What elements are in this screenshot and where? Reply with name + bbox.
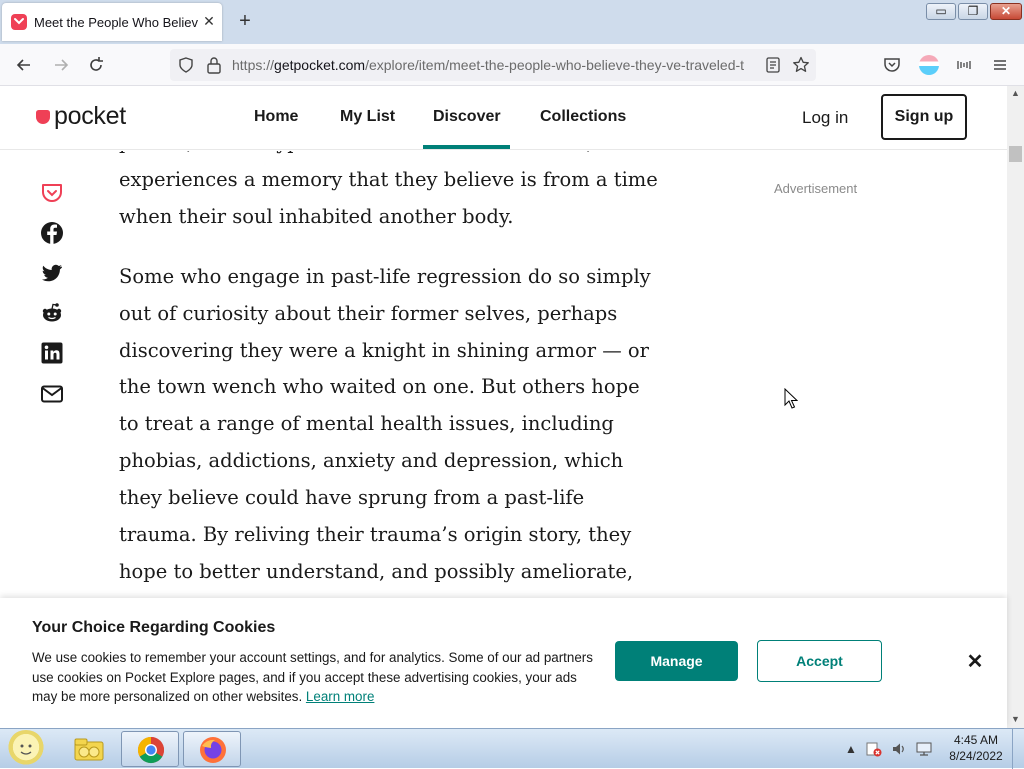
reload-button[interactable] [85, 54, 107, 76]
cookie-consent-banner: Your Choice Regarding Cookies We use coo… [0, 598, 1007, 728]
scroll-down-arrow-icon[interactable]: ▼ [1007, 712, 1024, 726]
cookie-banner-title: Your Choice Regarding Cookies [32, 619, 276, 636]
tab-title: Meet the People Who Believe They've Trav… [34, 15, 198, 30]
mouse-cursor-icon [784, 388, 798, 409]
taskbar-clock-time[interactable]: 4:45 AM [946, 733, 1006, 747]
linkedin-icon[interactable] [40, 341, 64, 365]
page-scrollbar[interactable]: ▲ ▼ [1007, 86, 1024, 728]
back-button[interactable] [13, 54, 35, 76]
pocket-share-icon[interactable] [40, 181, 64, 205]
taskbar-file-explorer[interactable] [60, 731, 118, 767]
accept-cookies-button[interactable]: Accept [757, 640, 882, 682]
tracking-shield-icon[interactable] [178, 57, 194, 73]
action-center-flag-icon[interactable] [866, 741, 882, 757]
extension-icon[interactable] [955, 57, 973, 73]
folder-icon [74, 738, 104, 761]
hamburger-menu-icon[interactable] [991, 56, 1009, 74]
article-body: person, under hypnosis or in a meditativ… [119, 151, 659, 598]
show-desktop-button[interactable] [1012, 729, 1024, 769]
url-path: /explore/item/meet-the-people-who-believ… [365, 57, 744, 73]
nav-collections[interactable]: Collections [540, 108, 626, 126]
back-arrow-icon [16, 59, 30, 71]
window-minimize-button[interactable]: ▭ [926, 3, 956, 20]
url-text[interactable]: https://getpocket.com/explore/item/meet-… [232, 57, 744, 73]
scroll-up-arrow-icon[interactable]: ▲ [1007, 86, 1024, 100]
address-bar[interactable]: https://getpocket.com/explore/item/meet-… [170, 49, 816, 81]
url-prefix: https:// [232, 57, 275, 73]
taskbar-firefox[interactable] [183, 731, 241, 767]
url-host: getpocket.com [274, 57, 366, 73]
window-close-button[interactable]: ✕ [990, 3, 1022, 20]
firefox-icon [200, 737, 226, 763]
pocket-logo-text: pocket [54, 102, 126, 130]
bookmark-star-icon[interactable] [792, 56, 810, 74]
nav-discover[interactable]: Discover [433, 108, 501, 126]
forward-button[interactable] [50, 54, 72, 76]
nav-my-list[interactable]: My List [340, 108, 395, 126]
browser-toolbar: https://getpocket.com/explore/item/meet-… [0, 44, 1024, 86]
windows-taskbar: ▲ 4:45 AM 8/24/2022 [0, 728, 1024, 769]
forward-arrow-icon [55, 59, 69, 71]
manage-cookies-button[interactable]: Manage [615, 641, 738, 681]
minimize-icon: ▭ [935, 4, 947, 18]
browser-tab-strip: Meet the People Who Believe They've Trav… [0, 0, 1024, 44]
new-tab-button[interactable]: + [234, 10, 256, 32]
active-nav-indicator [423, 145, 510, 149]
network-icon[interactable] [915, 741, 933, 757]
volume-icon[interactable] [891, 741, 907, 757]
facebook-icon[interactable] [40, 221, 64, 245]
article-paragraph: person, under hypnosis or in a meditativ… [119, 151, 658, 228]
pocket-favicon-icon [11, 14, 27, 30]
sign-up-button[interactable]: Sign up [881, 94, 967, 140]
reload-icon [90, 57, 103, 71]
learn-more-link[interactable]: Learn more [306, 689, 374, 704]
close-icon: ✕ [1000, 4, 1012, 18]
taskbar-clock-date[interactable]: 8/24/2022 [946, 749, 1006, 763]
twitter-icon[interactable] [40, 261, 64, 285]
restore-icon: ❐ [967, 4, 979, 18]
start-face-icon [20, 744, 32, 755]
scroll-thumb[interactable] [1009, 146, 1022, 162]
cookie-banner-text: We use cookies to remember your account … [32, 648, 602, 707]
advertisement-label: Advertisement [774, 181, 858, 196]
article-paragraph: Some who engage in past-life regression … [119, 264, 651, 583]
browser-tab[interactable]: Meet the People Who Believe They've Trav… [2, 3, 222, 41]
cookie-close-icon[interactable]: ✕ [964, 651, 986, 673]
lock-icon[interactable] [206, 56, 222, 74]
chrome-icon [137, 736, 165, 764]
article-content: person, under hypnosis or in a meditativ… [0, 151, 1007, 598]
log-in-link[interactable]: Log in [802, 108, 848, 128]
tray-show-hidden-icon[interactable]: ▲ [843, 741, 859, 757]
tab-close-icon[interactable]: ✕ [200, 12, 218, 30]
reader-view-icon[interactable] [765, 57, 781, 73]
pocket-logo-icon [36, 110, 50, 124]
email-icon[interactable] [40, 382, 64, 406]
start-button-icon[interactable] [6, 730, 46, 768]
taskbar-chrome[interactable] [121, 731, 179, 767]
window-maximize-button[interactable]: ❐ [958, 3, 988, 20]
site-header: pocket Home My List Discover Collections… [0, 86, 1007, 150]
nav-home[interactable]: Home [254, 108, 298, 126]
pocket-toolbar-icon[interactable] [883, 56, 901, 74]
account-avatar-icon[interactable] [919, 55, 939, 75]
reddit-icon[interactable] [40, 301, 64, 325]
